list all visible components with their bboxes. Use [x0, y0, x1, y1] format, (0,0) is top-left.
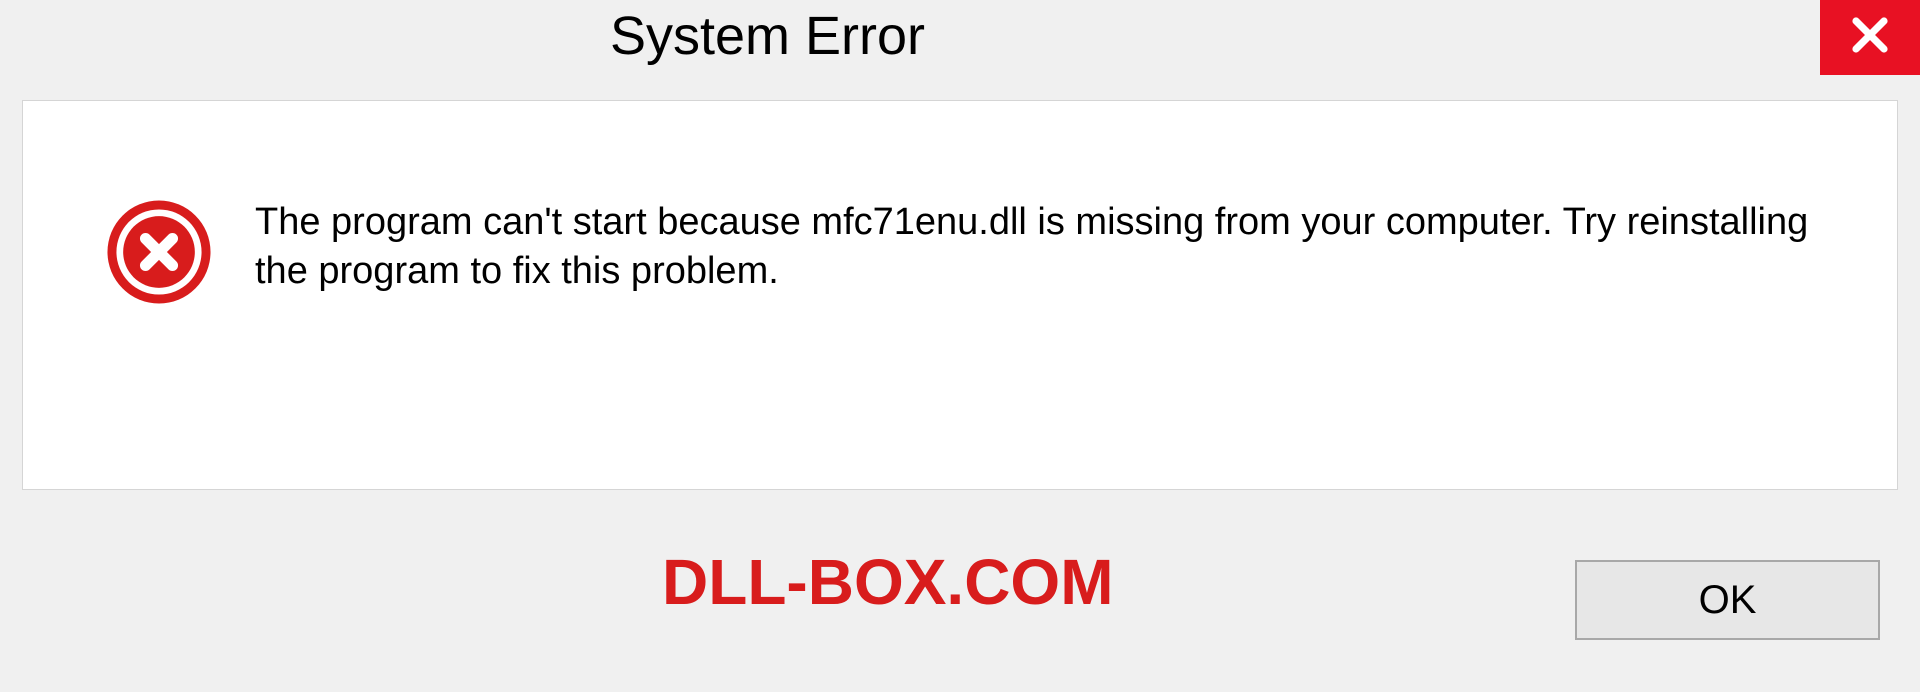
error-message: The program can't start because mfc71enu…: [255, 198, 1815, 297]
dialog-footer: DLL-BOX.COM OK: [22, 490, 1898, 670]
close-icon: [1846, 11, 1894, 59]
window-title: System Error: [610, 5, 925, 67]
title-bar: System Error: [0, 0, 1920, 90]
dialog-body: The program can't start because mfc71enu…: [22, 100, 1898, 490]
error-icon: [103, 196, 215, 308]
watermark-text: DLL-BOX.COM: [662, 545, 1114, 619]
close-button[interactable]: [1820, 0, 1920, 75]
ok-button[interactable]: OK: [1575, 560, 1880, 640]
